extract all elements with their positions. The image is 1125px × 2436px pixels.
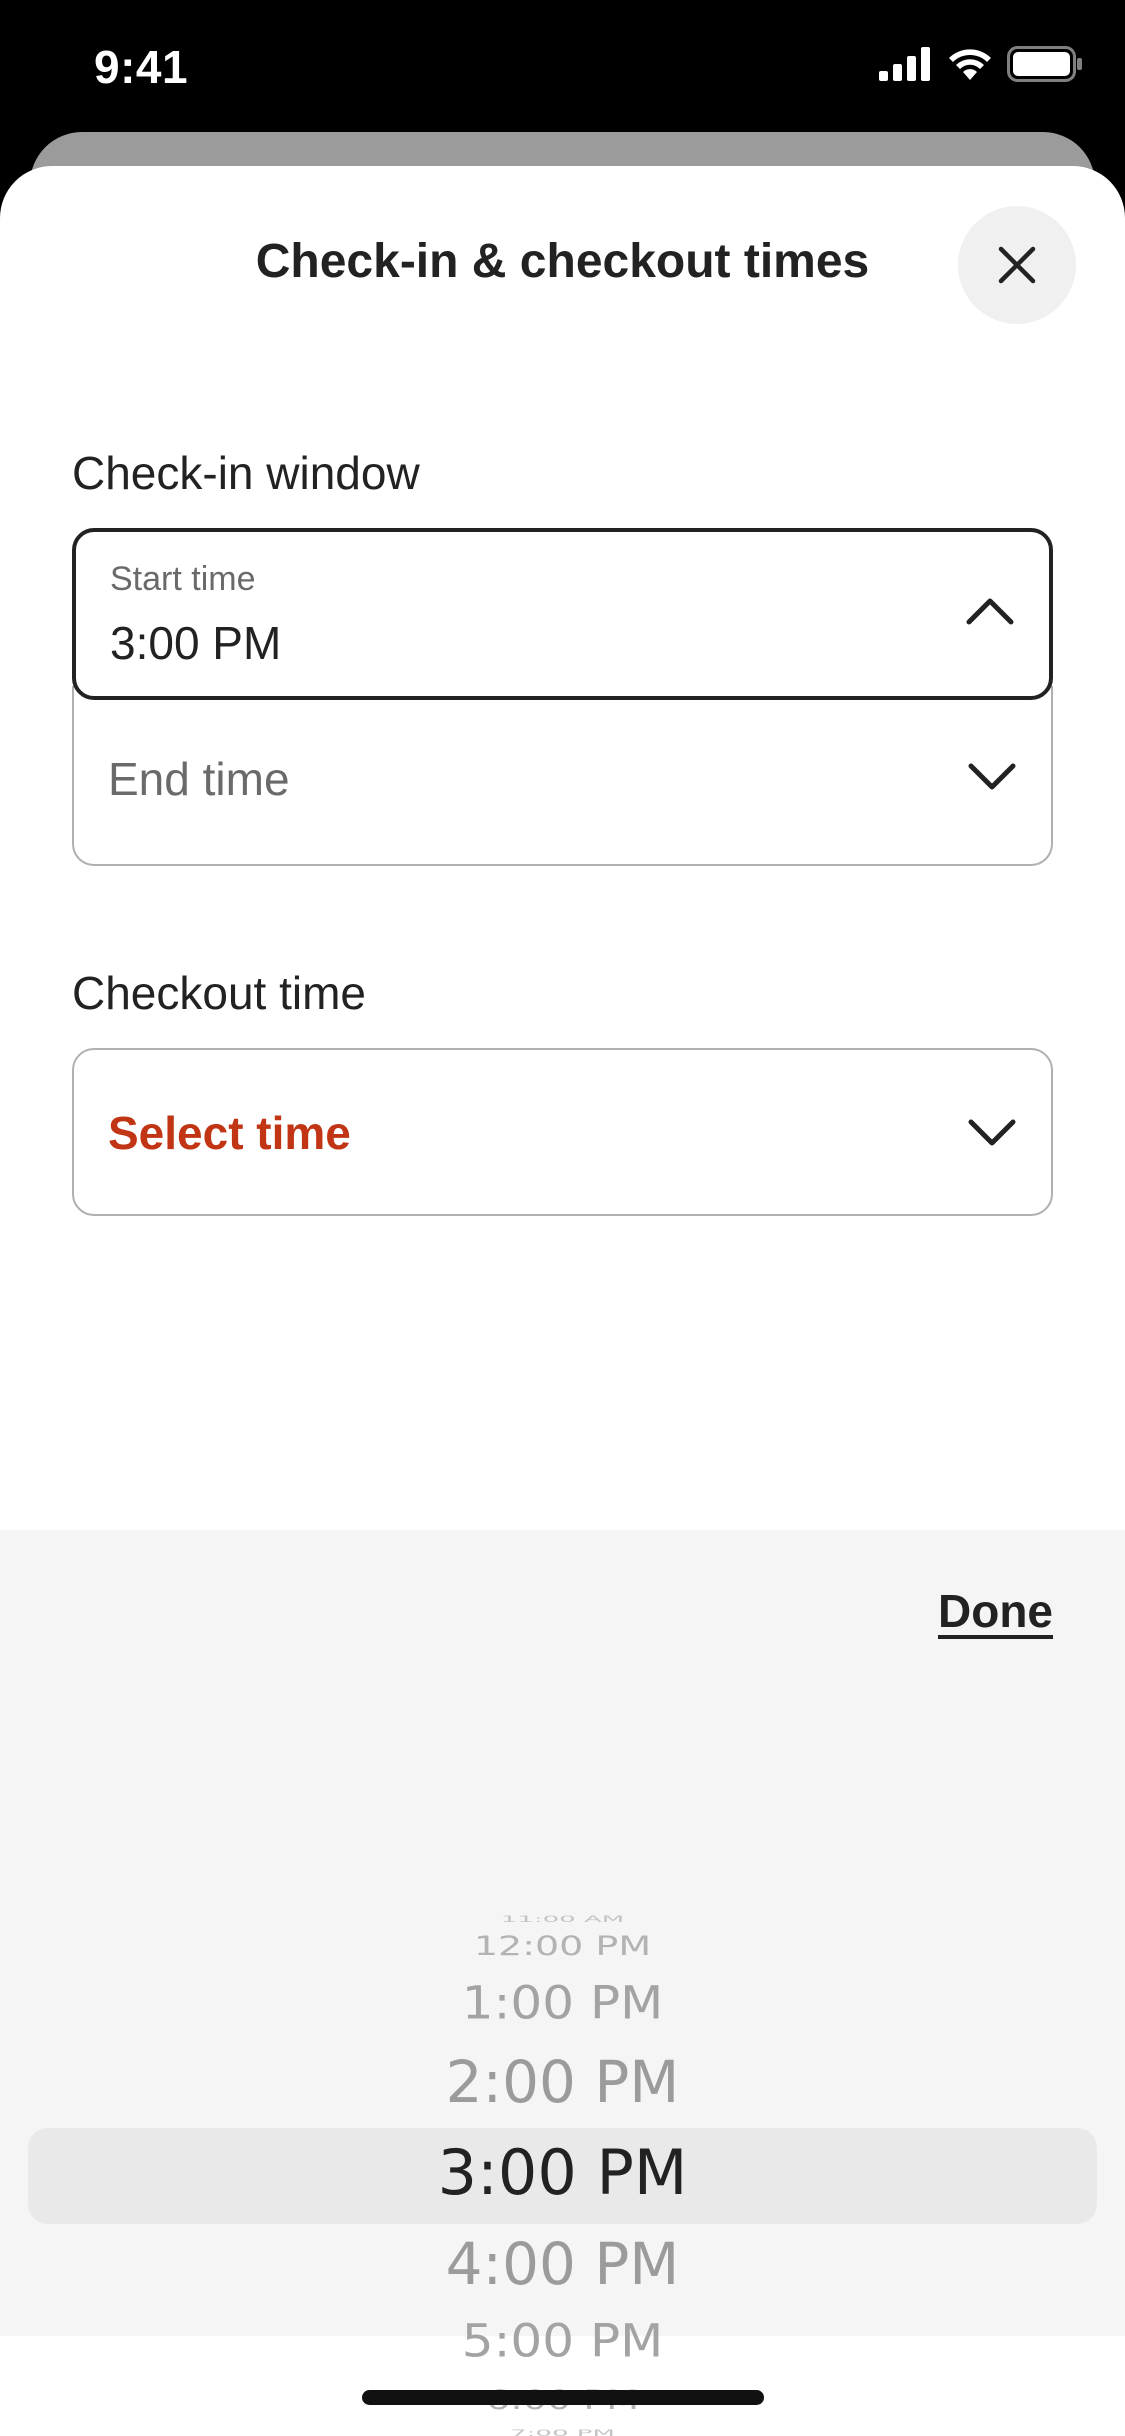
home-indicator[interactable] xyxy=(362,2390,764,2405)
status-time: 9:41 xyxy=(94,41,189,93)
sheet-header: Check-in & checkout times xyxy=(0,166,1125,366)
battery-icon xyxy=(1007,46,1082,82)
picker-item[interactable]: 2:00 PM xyxy=(0,2048,1125,2116)
close-icon xyxy=(998,246,1036,284)
screen: 9:41 Check-in & checkout times Check-in … xyxy=(0,0,1125,2436)
wifi-icon xyxy=(949,49,991,80)
start-time-field[interactable]: Start time 3:00 PM xyxy=(72,528,1053,700)
sheet-title: Check-in & checkout times xyxy=(255,235,870,288)
chevron-up-icon xyxy=(966,598,1014,625)
status-icons xyxy=(879,46,1083,82)
chevron-down-icon xyxy=(968,763,1016,790)
picker-item[interactable]: 7:00 PM xyxy=(0,2428,1125,2436)
picker-item[interactable]: 12:00 PM xyxy=(0,1931,1125,1962)
close-button[interactable] xyxy=(958,206,1076,324)
checkout-time-field[interactable]: Select time xyxy=(72,1048,1053,1216)
end-time-field[interactable]: End time xyxy=(72,686,1053,866)
time-picker-wheel[interactable]: 11:00 AM 12:00 PM 1:00 PM 2:00 PM 3:00 P… xyxy=(0,1530,1125,2436)
cellular-signal-icon xyxy=(879,47,930,81)
picker-item[interactable]: 11:00 AM xyxy=(0,1914,1125,1925)
chevron-down-icon xyxy=(968,1119,1016,1146)
picker-item[interactable]: 4:00 PM xyxy=(0,2230,1125,2298)
end-time-placeholder: End time xyxy=(108,753,290,805)
picker-item[interactable]: 1:00 PM xyxy=(0,1977,1125,2029)
checkout-time-label: Checkout time xyxy=(72,967,367,1019)
time-picker-panel: Done 11:00 AM 12:00 PM 1:00 PM 2:00 PM 3… xyxy=(0,1530,1125,2436)
times-sheet: Check-in & checkout times Check-in windo… xyxy=(0,166,1125,2436)
checkin-window-label: Check-in window xyxy=(72,447,420,499)
start-time-value: 3:00 PM xyxy=(110,617,282,669)
picker-item-selected[interactable]: 3:00 PM xyxy=(0,2136,1125,2209)
start-time-label: Start time xyxy=(110,560,256,598)
checkout-time-value: Select time xyxy=(108,1107,351,1159)
picker-item[interactable]: 5:00 PM xyxy=(0,2315,1125,2367)
status-bar: 9:41 xyxy=(0,0,1125,132)
